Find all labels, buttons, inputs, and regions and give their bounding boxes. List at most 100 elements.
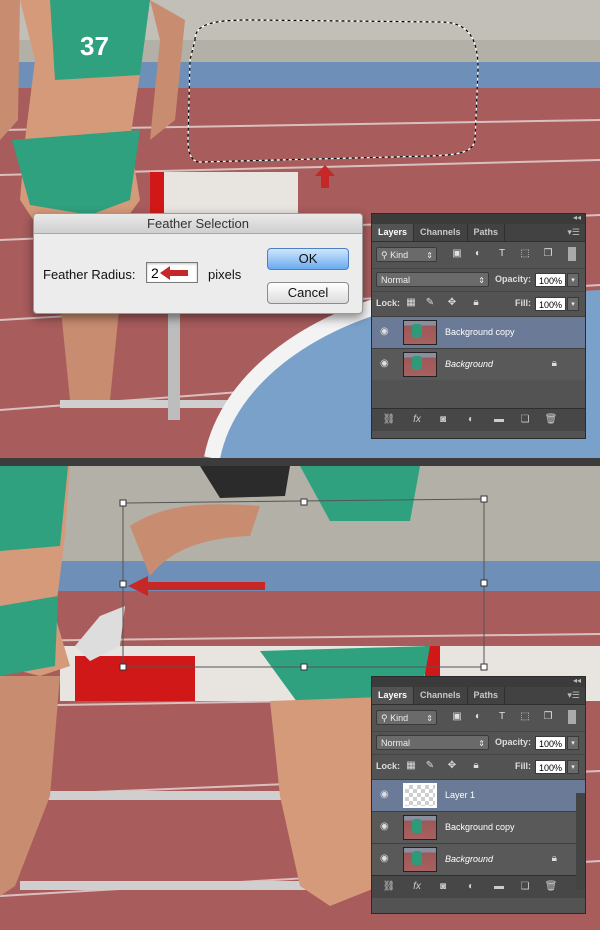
trash-icon[interactable]: 🗑︎ [544,413,558,427]
feather-radius-label: Feather Radius: [43,267,136,282]
kind-filter-select[interactable]: ⚲ Kind ⇕ [376,247,437,262]
panel-tabs: Layers Channels Paths ▾☰ [372,687,585,705]
new-layer-icon[interactable]: ❏ [518,413,532,427]
blend-mode-select[interactable]: Normal ⇕ [376,272,489,287]
link-icon[interactable]: ⛓ [382,880,396,894]
eye-icon[interactable]: ◉ [380,789,389,800]
opacity-label: Opacity: [495,737,532,747]
eye-icon[interactable]: ◉ [380,821,389,832]
fx-icon[interactable]: fx [410,413,424,427]
fill-input[interactable]: 100% [535,760,566,774]
feather-radius-value: 2 [151,265,159,281]
folder-icon[interactable]: ▬ [492,880,506,894]
cancel-button[interactable]: Cancel [267,282,349,304]
opacity-input[interactable]: 100% [535,736,566,750]
lock-move-icon[interactable]: ✥ [446,760,458,772]
fx-icon[interactable]: fx [410,880,424,894]
collapse-icon[interactable]: ◂◂ [573,213,581,222]
layer-name: Layer 1 [445,790,476,800]
tab-channels[interactable]: Channels [414,687,468,704]
trash-icon[interactable]: 🗑︎ [544,880,558,894]
bib-number: 37 [80,31,109,61]
ok-button[interactable]: OK [267,248,349,270]
opacity-label: Opacity: [495,274,532,284]
tab-paths[interactable]: Paths [468,687,506,704]
blend-mode-select[interactable]: Normal ⇕ [376,735,489,750]
layers-panel-top: ◂◂ Layers Channels Paths ▾☰ ⚲ Kind ⇕ ▣ ◐ … [371,213,586,439]
kind-filter-select[interactable]: ⚲ Kind ⇕ [376,710,437,725]
layer-name: Background copy [445,327,515,337]
top-screenshot: 37 Feather Selection Feather Radius: 2 p… [0,0,600,458]
layers-panel-bottom: ◂◂ Layers Channels Paths ▾☰ ⚲ Kind ⇕ ▣ ◐ … [371,676,586,914]
tab-layers[interactable]: Layers [372,687,415,704]
layers-scrollbar[interactable] [576,793,585,889]
layer-row[interactable]: ◉ Background copy [372,811,585,843]
layer-thumbnail [403,815,437,840]
folder-icon[interactable]: ▬ [492,413,506,427]
type-filter-icon[interactable]: T [496,248,508,260]
tab-channels[interactable]: Channels [414,224,468,241]
fill-input[interactable]: 100% [535,297,566,311]
lock-all-icon[interactable]: 🔒︎ [470,297,482,309]
feather-radius-input[interactable]: 2 [146,262,198,283]
lock-paint-icon[interactable]: ✎ [424,760,436,772]
link-icon[interactable]: ⛓ [382,413,396,427]
lock-move-icon[interactable]: ✥ [446,297,458,309]
layer-name: Background copy [445,822,515,832]
layer-row[interactable]: ◉ Background copy [372,316,585,348]
adjustment-icon[interactable]: ◐ [464,880,478,894]
smart-object-filter-icon[interactable]: ❐ [542,248,554,260]
fill-label: Fill: [515,761,531,771]
red-arrow-icon [160,266,188,280]
new-layer-icon[interactable]: ❏ [518,880,532,894]
adjustment-filter-icon[interactable]: ◐ [472,711,484,723]
panel-menu-icon[interactable]: ▾☰ [567,224,580,241]
opacity-dropdown[interactable]: ▾ [567,273,579,287]
shape-filter-icon[interactable]: ⬚ [519,248,531,260]
eye-icon[interactable]: ◉ [380,853,389,864]
lock-icon: 🔒︎ [551,358,557,369]
fill-dropdown[interactable]: ▾ [567,297,579,311]
filter-row: ⚲ Kind ⇕ ▣ ◐ T ⬚ ❐ [372,242,585,268]
layer-thumbnail [403,847,437,872]
layer-row[interactable]: ◉ Layer 1 [372,779,585,811]
lock-transparent-icon[interactable]: ▦ [405,297,417,309]
tab-paths[interactable]: Paths [468,224,506,241]
fill-dropdown[interactable]: ▾ [567,760,579,774]
type-filter-icon[interactable]: T [496,711,508,723]
smart-object-filter-icon[interactable]: ❐ [542,711,554,723]
collapse-icon[interactable]: ◂◂ [573,676,581,685]
lock-row: Lock: ▦ ✎ ✥ 🔒︎ Fill: 100% ▾ [372,754,585,779]
lock-row: Lock: ▦ ✎ ✥ 🔒︎ Fill: 100% ▾ [372,291,585,316]
tab-layers[interactable]: Layers [372,224,415,241]
dialog-title: Feather Selection [34,214,362,234]
opacity-dropdown[interactable]: ▾ [567,736,579,750]
eye-icon[interactable]: ◉ [380,358,389,369]
search-icon: ⚲ [381,713,391,723]
opacity-input[interactable]: 100% [535,273,566,287]
eye-icon[interactable]: ◉ [380,326,389,337]
filter-toggle[interactable] [568,710,576,724]
lock-all-icon[interactable]: 🔒︎ [470,760,482,772]
adjustment-icon[interactable]: ◐ [464,413,478,427]
mask-icon[interactable]: ◙ [436,413,450,427]
panel-header: ◂◂ [372,676,585,687]
lock-paint-icon[interactable]: ✎ [424,297,436,309]
feather-selection-dialog: Feather Selection Feather Radius: 2 pixe… [33,213,363,314]
panel-header: ◂◂ [372,213,585,224]
image-filter-icon[interactable]: ▣ [451,711,463,723]
blend-row: Normal ⇕ Opacity: 100% ▾ [372,268,585,291]
adjustment-filter-icon[interactable]: ◐ [472,248,484,260]
layer-thumbnail [403,320,437,345]
divider [0,458,600,466]
shape-filter-icon[interactable]: ⬚ [519,711,531,723]
layer-row[interactable]: ◉ Background 🔒︎ [372,843,585,875]
mask-icon[interactable]: ◙ [436,880,450,894]
layers-empty-area [372,380,585,408]
layer-row[interactable]: ◉ Background 🔒︎ [372,348,585,380]
lock-label: Lock: [376,761,401,771]
image-filter-icon[interactable]: ▣ [451,248,463,260]
filter-toggle[interactable] [568,247,576,261]
lock-transparent-icon[interactable]: ▦ [405,760,417,772]
panel-menu-icon[interactable]: ▾☰ [567,687,580,704]
